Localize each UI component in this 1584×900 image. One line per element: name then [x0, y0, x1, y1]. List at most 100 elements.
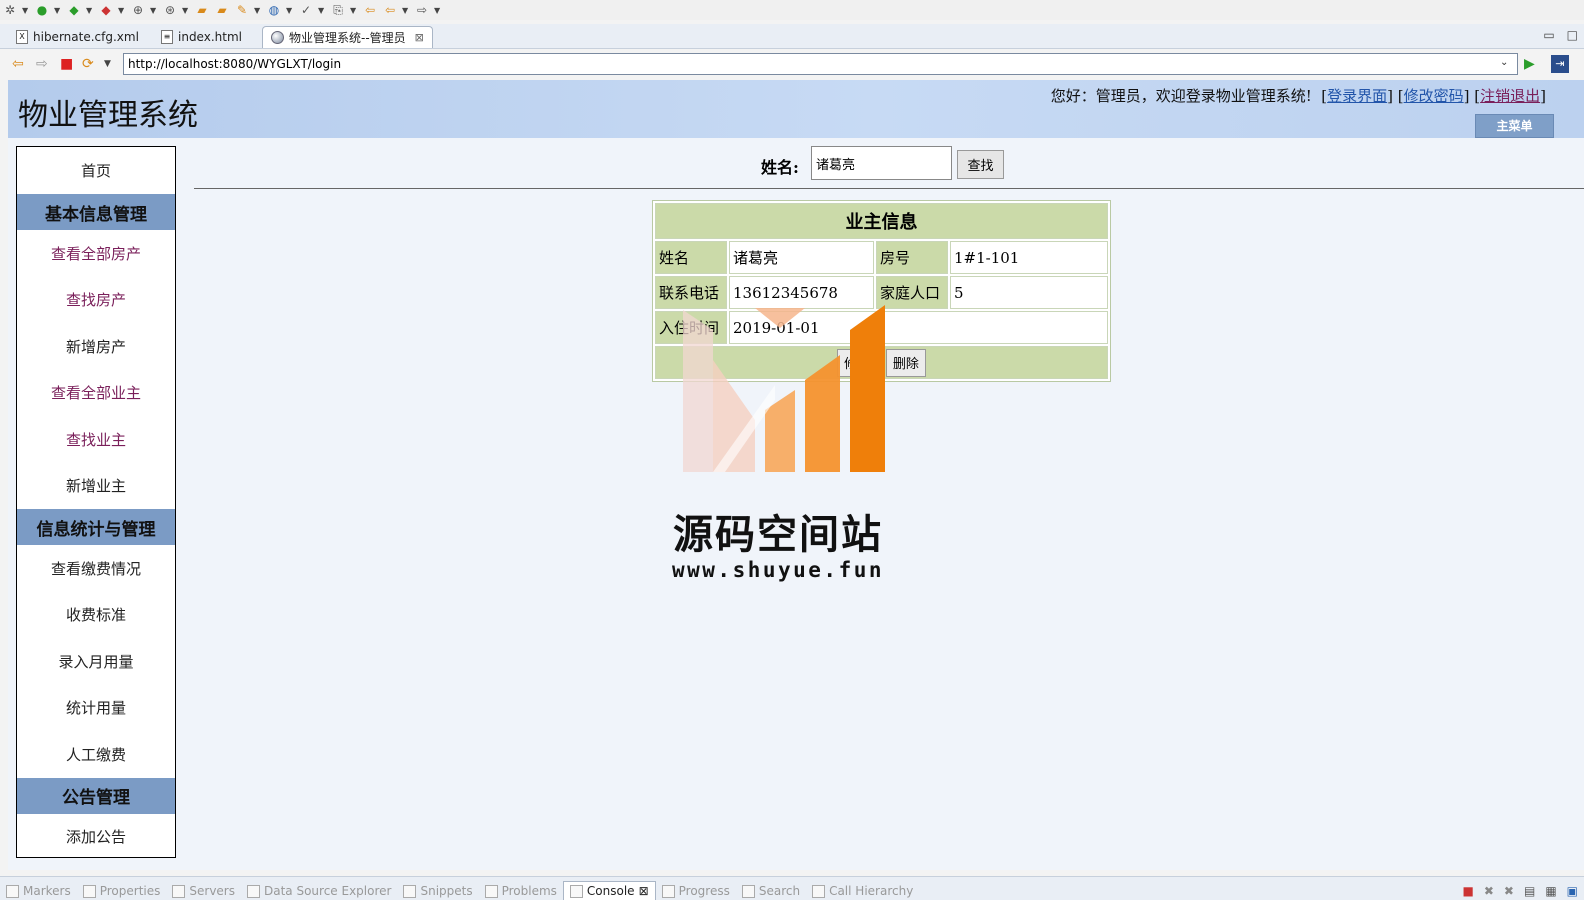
refresh-icon[interactable]: ⟳	[82, 56, 94, 72]
run-icon[interactable]: ●	[34, 2, 50, 18]
sidebar-item-monthly-usage[interactable]: 录入月用量	[17, 638, 175, 685]
sidebar-item-add-property[interactable]: 新增房产	[17, 323, 175, 370]
logout-link[interactable]: 注销退出	[1480, 87, 1540, 105]
view-tab-search[interactable]: Search	[736, 882, 806, 900]
view-tab-problems[interactable]: Problems	[479, 882, 563, 900]
last-edit-icon[interactable]: ⇦	[362, 2, 378, 18]
ide-views-bar: Markers Properties Servers Data Source E…	[0, 876, 1584, 900]
dropdown-arrow-icon[interactable]: ▼	[104, 56, 111, 72]
sidebar-item-find-property[interactable]: 查找房产	[17, 277, 175, 324]
go-icon[interactable]: ▶	[1524, 56, 1535, 72]
new-icon[interactable]: ⊕	[130, 2, 146, 18]
sidebar-item-add-notice[interactable]: 添加公告	[17, 814, 175, 861]
maximize-icon[interactable]: □	[1567, 28, 1578, 42]
name-search-input[interactable]	[811, 146, 952, 180]
open-folder-icon[interactable]: ▰	[194, 2, 210, 18]
family-value: 5	[950, 276, 1108, 309]
debug-icon[interactable]: ◆	[66, 2, 82, 18]
welcome-bar: 您好：管理员，欢迎登录物业管理系统! [登录界面] [修改密码] [注销退出]	[1051, 85, 1546, 106]
task-icon[interactable]: ✓	[298, 2, 314, 18]
view-tab-servers[interactable]: Servers	[166, 882, 241, 900]
clear-console-icon[interactable]: ▤	[1524, 884, 1535, 898]
dropdown-arrow-icon[interactable]: ▼	[150, 6, 158, 15]
view-tab-markers[interactable]: Markers	[0, 882, 77, 900]
login-page-link[interactable]: 登录界面	[1327, 87, 1387, 105]
terminate-icon[interactable]: ■	[1463, 884, 1474, 898]
dropdown-arrow-icon[interactable]: ▼	[402, 6, 410, 15]
dropdown-arrow-icon[interactable]: ▼	[182, 6, 190, 15]
view-tab-label: Data Source Explorer	[264, 884, 391, 898]
close-icon[interactable]: ⊠	[415, 31, 424, 44]
servers-icon	[172, 885, 185, 898]
open-file-icon[interactable]: ▰	[214, 2, 230, 18]
view-tab-snippets[interactable]: Snippets	[397, 882, 478, 900]
search-button[interactable]: 查找	[957, 150, 1004, 179]
sidebar-item-all-properties[interactable]: 查看全部房产	[17, 230, 175, 277]
divider	[194, 188, 1584, 189]
delete-button[interactable]: 删除	[886, 349, 926, 377]
sidebar-item-all-owners[interactable]: 查看全部业主	[17, 370, 175, 417]
dropdown-arrow-icon[interactable]: ▼	[254, 6, 262, 15]
snippets-icon	[403, 885, 416, 898]
change-password-link[interactable]: 修改密码	[1404, 87, 1464, 105]
dropdown-arrow-icon[interactable]: ▼	[434, 6, 442, 15]
settings-gear-icon[interactable]: ✲	[2, 2, 18, 18]
properties-icon	[83, 885, 96, 898]
dropdown-arrow-icon[interactable]: ▼	[286, 6, 294, 15]
dropdown-arrow-icon[interactable]: ▼	[350, 6, 358, 15]
html-file-icon: ≡	[161, 30, 173, 44]
sidebar-item-home[interactable]: 首页	[17, 147, 175, 194]
main-menu-button[interactable]: 主菜单	[1475, 114, 1554, 138]
database-icon	[247, 885, 260, 898]
remove-all-icon[interactable]: ✖	[1504, 884, 1514, 898]
url-dropdown-icon[interactable]: ⌄	[1500, 57, 1508, 68]
scroll-lock-icon[interactable]: ▦	[1545, 884, 1556, 898]
sidebar-item-payments[interactable]: 查看缴费情况	[17, 545, 175, 592]
sidebar-item-add-owner[interactable]: 新增业主	[17, 463, 175, 510]
view-tab-call-hierarchy[interactable]: Call Hierarchy	[806, 882, 919, 900]
sidebar-item-find-owner[interactable]: 查找业主	[17, 416, 175, 463]
tab-index-html[interactable]: ≡ index.html	[153, 26, 250, 48]
new-class-icon[interactable]: ⊛	[162, 2, 178, 18]
dropdown-arrow-icon[interactable]: ▼	[22, 6, 30, 15]
tab-browser[interactable]: 物业管理系统--管理员 ⊠	[262, 26, 433, 48]
forward-icon[interactable]: ⇨	[414, 2, 430, 18]
remove-launch-icon[interactable]: ✖	[1484, 884, 1494, 898]
pen-icon[interactable]: ✎	[234, 2, 250, 18]
edit-button[interactable]: 修改	[837, 349, 877, 377]
forward-arrow-icon[interactable]: ⇨	[36, 56, 48, 72]
sidebar-item-usage-stats[interactable]: 统计用量	[17, 685, 175, 732]
markers-icon	[6, 885, 19, 898]
external-tools-icon[interactable]: ◆	[98, 2, 114, 18]
tab-hibernate-cfg[interactable]: X hibernate.cfg.xml	[8, 26, 147, 48]
search-icon	[742, 885, 755, 898]
view-tab-data-source[interactable]: Data Source Explorer	[241, 882, 397, 900]
minimize-icon[interactable]: ▭	[1543, 28, 1554, 42]
progress-icon	[662, 885, 675, 898]
url-input[interactable]	[123, 53, 1518, 75]
name-value: 诸葛亮	[729, 241, 874, 274]
view-tab-properties[interactable]: Properties	[77, 882, 167, 900]
dropdown-arrow-icon[interactable]: ▼	[318, 6, 326, 15]
dropdown-arrow-icon[interactable]: ▼	[86, 6, 94, 15]
sidebar-section-notice: 公告管理	[17, 778, 175, 814]
editor-tab-bar: X hibernate.cfg.xml ≡ index.html 物业管理系统-…	[0, 24, 1584, 49]
open-external-icon[interactable]: ⇥	[1551, 55, 1569, 73]
dropdown-arrow-icon[interactable]: ▼	[54, 6, 62, 15]
close-icon[interactable]: ⊠	[639, 884, 649, 898]
stop-icon[interactable]: ■	[60, 56, 73, 72]
annotation-icon[interactable]: ⎘	[330, 2, 346, 18]
pin-console-icon[interactable]: ▣	[1567, 884, 1578, 898]
sidebar-menu: 首页 基本信息管理 查看全部房产 查找房产 新增房产 查看全部业主 查找业主 新…	[16, 146, 176, 858]
sidebar-item-fee-standard[interactable]: 收费标准	[17, 592, 175, 639]
view-tab-label: Markers	[23, 884, 71, 898]
sidebar-section-basic: 基本信息管理	[17, 194, 175, 230]
sidebar-item-manual-payment[interactable]: 人工缴费	[17, 731, 175, 778]
back-icon[interactable]: ⇦	[382, 2, 398, 18]
room-value: 1#1-101	[950, 241, 1108, 274]
web-browser-icon[interactable]: ◍	[266, 2, 282, 18]
back-arrow-icon[interactable]: ⇦	[12, 56, 24, 72]
dropdown-arrow-icon[interactable]: ▼	[118, 6, 126, 15]
view-tab-progress[interactable]: Progress	[656, 882, 736, 900]
view-tab-console[interactable]: Console⊠	[563, 881, 656, 900]
